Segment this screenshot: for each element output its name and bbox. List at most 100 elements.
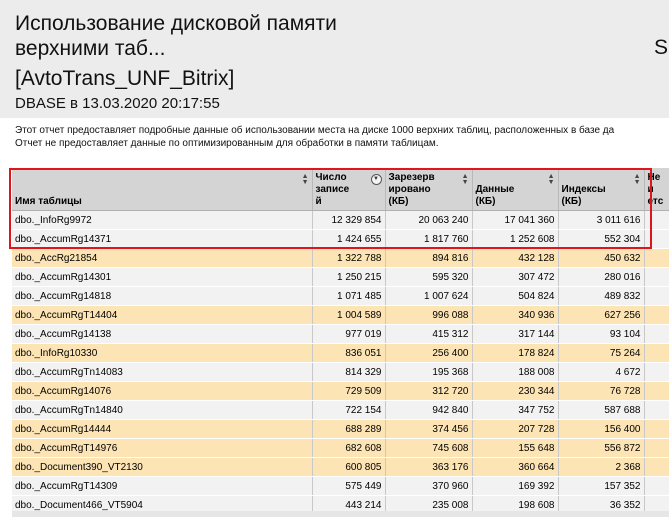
disk-usage-table: Имя таблицы ▲ ▼ Число записе й ▼ Зарезерв ир… xyxy=(12,168,669,515)
disk-usage-table-container[interactable]: Имя таблицы ▲ ▼ Число записе й ▼ Зарезерв ир… xyxy=(12,168,669,517)
cell-name: dbo._AccumRgT14309 xyxy=(12,476,313,496)
cell-data: 207 728 xyxy=(472,419,559,439)
cell-indexes: 76 728 xyxy=(558,381,645,401)
table-row[interactable]: dbo._AccumRgT14976 682 608 745 608 155 648 5… xyxy=(12,438,669,458)
column-header-label: Данные (КБ) xyxy=(475,184,515,207)
cell-name: dbo._AccumRg14818 xyxy=(12,286,313,306)
cell-unused xyxy=(644,362,669,382)
cell-unused xyxy=(644,324,669,344)
sort-arrows-icon[interactable]: ▲ ▼ xyxy=(302,173,309,186)
cell-indexes: 489 832 xyxy=(558,286,645,306)
cell-unused xyxy=(644,305,669,325)
cell-indexes: 587 688 xyxy=(558,400,645,420)
report-header: Использование дисковой памяти верхними т… xyxy=(0,0,669,118)
cell-reserved: 894 816 xyxy=(385,248,473,268)
cell-reserved: 1 007 624 xyxy=(385,286,473,306)
table-row[interactable]: dbo._AccRg21854 1 322 788 894 816 432 128 45… xyxy=(12,248,669,268)
cell-unused xyxy=(644,381,669,401)
report-subtitle: DBASE в 13.03.2020 20:17:55 xyxy=(15,95,220,112)
cell-data: 1 252 608 xyxy=(472,229,559,249)
sort-arrows-icon[interactable]: ▲ ▼ xyxy=(462,173,469,186)
cell-data: 432 128 xyxy=(472,248,559,268)
cell-records: 977 019 xyxy=(312,324,386,344)
cell-name: dbo._InfoRg9972 xyxy=(12,210,313,230)
cell-data: 155 648 xyxy=(472,438,559,458)
table-row[interactable]: dbo._InfoRg9972 12 329 854 20 063 240 17 04… xyxy=(12,210,669,230)
cell-reserved: 20 063 240 xyxy=(385,210,473,230)
cell-unused xyxy=(644,400,669,420)
table-row[interactable]: dbo._AccumRg14444 688 289 374 456 207 728 15… xyxy=(12,419,669,439)
cell-reserved: 415 312 xyxy=(385,324,473,344)
cell-reserved: 312 720 xyxy=(385,381,473,401)
table-row[interactable]: dbo._AccumRg14301 1 250 215 595 320 307 472… xyxy=(12,267,669,287)
cell-reserved: 595 320 xyxy=(385,267,473,287)
table-row[interactable]: dbo._AccumRg14371 1 424 655 1 817 760 1 252… xyxy=(12,229,669,249)
column-header-table-name[interactable]: Имя таблицы ▲ ▼ xyxy=(12,168,313,211)
cell-reserved: 363 176 xyxy=(385,457,473,477)
cell-reserved: 370 960 xyxy=(385,476,473,496)
table-row[interactable]: dbo._InfoRg10330 836 051 256 400 178 824 75 … xyxy=(12,343,669,363)
table-row[interactable]: dbo._AccumRgT14309 575 449 370 960 169 392 1… xyxy=(12,476,669,496)
cell-name: dbo._AccumRg14301 xyxy=(12,267,313,287)
cell-indexes: 156 400 xyxy=(558,419,645,439)
cell-data: 347 752 xyxy=(472,400,559,420)
report-description-line-2: Отчет не предоставляет данные по оптимиз… xyxy=(15,138,439,149)
cell-indexes: 75 264 xyxy=(558,343,645,363)
column-header-reserved[interactable]: Зарезерв ировано (КБ) ▲ ▼ xyxy=(385,168,473,211)
filter-dropdown-icon[interactable]: ▼ xyxy=(370,174,382,185)
cell-records: 12 329 854 xyxy=(312,210,386,230)
cell-indexes: 93 104 xyxy=(558,324,645,344)
cell-unused xyxy=(644,457,669,477)
report-database-name: [AvtoTrans_UNF_Bitrix] xyxy=(15,67,235,90)
cell-data: 17 041 360 xyxy=(472,210,559,230)
cell-records: 1 004 589 xyxy=(312,305,386,325)
horizontal-scrollbar[interactable] xyxy=(12,511,669,517)
cell-name: dbo._AccumRgT14404 xyxy=(12,305,313,325)
cell-records: 682 608 xyxy=(312,438,386,458)
cell-reserved: 996 088 xyxy=(385,305,473,325)
cell-data: 307 472 xyxy=(472,267,559,287)
cell-name: dbo._AccumRg14371 xyxy=(12,229,313,249)
table-row[interactable]: dbo._AccumRg14076 729 509 312 720 230 344 76… xyxy=(12,381,669,401)
cell-data: 230 344 xyxy=(472,381,559,401)
cell-reserved: 1 817 760 xyxy=(385,229,473,249)
cell-indexes: 280 016 xyxy=(558,267,645,287)
cell-name: dbo._AccumRgT14976 xyxy=(12,438,313,458)
column-header-label: Имя таблицы xyxy=(15,196,82,207)
cell-data: 317 144 xyxy=(472,324,559,344)
column-header-records[interactable]: Число записе й ▼ xyxy=(312,168,386,211)
cell-indexes: 627 256 xyxy=(558,305,645,325)
cell-name: dbo._InfoRg10330 xyxy=(12,343,313,363)
cell-name: dbo._AccumRg14076 xyxy=(12,381,313,401)
sort-arrows-icon[interactable]: ▲ ▼ xyxy=(634,173,641,186)
cell-records: 1 250 215 xyxy=(312,267,386,287)
cell-data: 340 936 xyxy=(472,305,559,325)
cell-unused xyxy=(644,248,669,268)
cell-records: 1 424 655 xyxy=(312,229,386,249)
cell-unused xyxy=(644,476,669,496)
cell-unused xyxy=(644,286,669,306)
cell-unused xyxy=(644,343,669,363)
report-description-line-1: Этот отчет предоставляет подробные данны… xyxy=(15,125,615,136)
report-right-edge-text: S( xyxy=(654,36,669,59)
cell-reserved: 195 368 xyxy=(385,362,473,382)
cell-indexes: 157 352 xyxy=(558,476,645,496)
column-header-indexes[interactable]: Индексы (КБ) ▲ ▼ xyxy=(558,168,645,211)
column-header-label: Индексы (КБ) xyxy=(561,184,606,207)
table-row[interactable]: dbo._AccumRgT14404 1 004 589 996 088 340 93… xyxy=(12,305,669,325)
cell-records: 688 289 xyxy=(312,419,386,439)
table-row[interactable]: dbo._AccumRg14818 1 071 485 1 007 624 504 8… xyxy=(12,286,669,306)
cell-reserved: 745 608 xyxy=(385,438,473,458)
table-body: dbo._InfoRg9972 12 329 854 20 063 240 17 04… xyxy=(12,210,669,515)
sort-arrows-icon[interactable]: ▲ ▼ xyxy=(548,173,555,186)
cell-records: 575 449 xyxy=(312,476,386,496)
cell-data: 178 824 xyxy=(472,343,559,363)
table-row[interactable]: dbo._AccumRgTn14840 722 154 942 840 347 752… xyxy=(12,400,669,420)
table-row[interactable]: dbo._Document390_VT2130 600 805 363 176 360… xyxy=(12,457,669,477)
table-row[interactable]: dbo._AccumRg14138 977 019 415 312 317 144 93… xyxy=(12,324,669,344)
table-row[interactable]: dbo._AccumRgTn14083 814 329 195 368 188 008… xyxy=(12,362,669,382)
column-header-unused[interactable]: Не и етс xyxy=(644,168,669,211)
cell-indexes: 4 672 xyxy=(558,362,645,382)
cell-indexes: 3 011 616 xyxy=(558,210,645,230)
column-header-data[interactable]: Данные (КБ) ▲ ▼ xyxy=(472,168,559,211)
